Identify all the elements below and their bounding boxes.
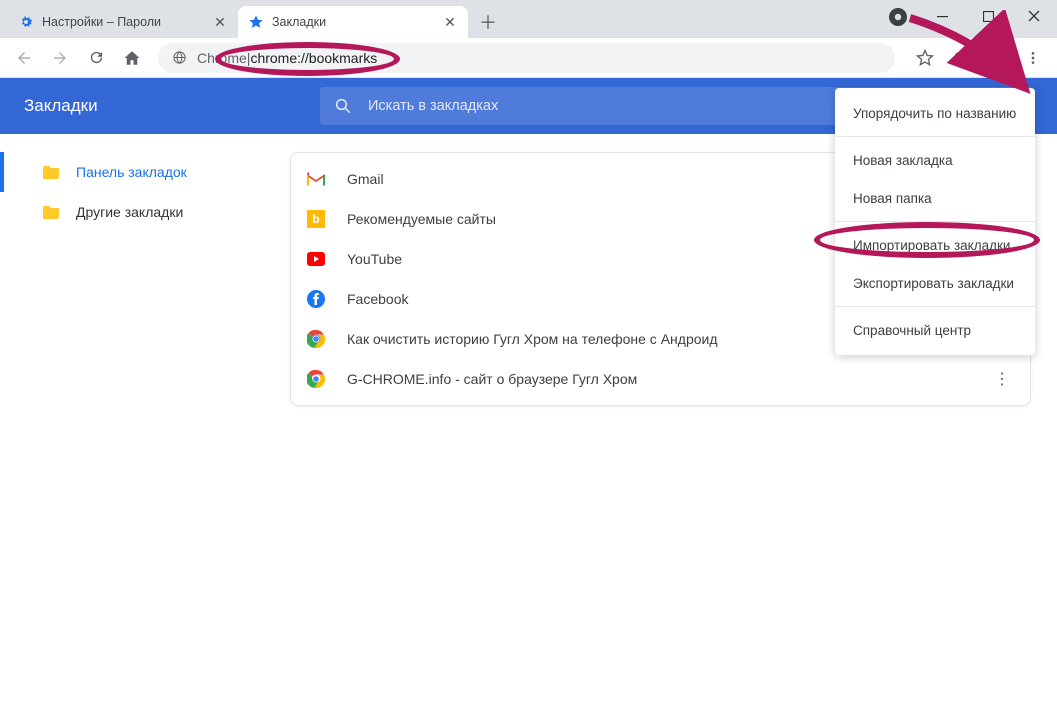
home-button[interactable] — [116, 42, 148, 74]
menu-item-new-bookmark[interactable]: Новая закладка — [835, 141, 1035, 179]
site-info-icon[interactable] — [172, 50, 187, 65]
minimize-button[interactable] — [919, 0, 965, 32]
more-icon[interactable]: ⋮ — [990, 369, 1014, 389]
menu-item-export-bookmarks[interactable]: Экспортировать закладки — [835, 264, 1035, 302]
close-icon[interactable]: ✕ — [442, 14, 458, 30]
sidebar-item-label: Другие закладки — [76, 204, 183, 220]
sidebar-item-label: Панель закладок — [76, 164, 187, 180]
extensions-button[interactable] — [947, 42, 979, 74]
bing-icon: b — [307, 210, 325, 228]
menu-item-label: Справочный центр — [853, 323, 971, 338]
bookmark-title: G-CHROME.info - сайт о браузере Гугл Хро… — [347, 371, 990, 387]
address-bar[interactable]: Chrome | chrome://bookmarks — [158, 43, 895, 73]
bookmarks-sidebar: Панель закладок Другие закладки — [0, 134, 290, 718]
bookmarks-context-menu: Упорядочить по названию Новая закладка Н… — [835, 88, 1035, 355]
browser-toolbar: Chrome | chrome://bookmarks V — [0, 38, 1057, 78]
browser-titlebar: Настройки – Пароли ✕ Закладки ✕ ＋ — [0, 0, 1057, 38]
close-window-button[interactable] — [1011, 0, 1057, 32]
chrome-icon — [307, 330, 325, 348]
window-controls — [919, 0, 1057, 32]
reload-button[interactable] — [80, 42, 112, 74]
bookmark-star-button[interactable] — [909, 42, 941, 74]
close-icon[interactable]: ✕ — [212, 14, 228, 30]
menu-item-label: Новая закладка — [853, 153, 953, 168]
menu-item-new-folder[interactable]: Новая папка — [835, 179, 1035, 217]
bookmark-item[interactable]: G-CHROME.info - сайт о браузере Гугл Хро… — [291, 359, 1030, 399]
star-icon — [248, 14, 264, 30]
new-tab-button[interactable]: ＋ — [474, 8, 502, 36]
avatar-letter: V — [994, 50, 1003, 65]
folder-icon — [42, 165, 60, 179]
tab-bookmarks[interactable]: Закладки ✕ — [238, 6, 468, 38]
menu-separator — [835, 221, 1035, 222]
menu-item-label: Упорядочить по названию — [853, 106, 1016, 121]
profile-avatar[interactable]: V — [985, 45, 1011, 71]
page-title: Закладки — [24, 96, 98, 116]
search-icon — [334, 97, 352, 115]
tab-title: Настройки – Пароли — [42, 15, 212, 29]
gmail-icon — [307, 170, 325, 188]
youtube-icon — [307, 250, 325, 268]
chrome-menu-button[interactable] — [1017, 42, 1049, 74]
facebook-icon — [307, 290, 325, 308]
url-prefix: Chrome — [197, 50, 247, 66]
folder-icon — [42, 205, 60, 219]
tab-title: Закладки — [272, 15, 442, 29]
menu-item-label: Экспортировать закладки — [853, 276, 1014, 291]
url-text: chrome://bookmarks — [250, 50, 377, 66]
back-button[interactable] — [8, 42, 40, 74]
chrome-icon — [307, 370, 325, 388]
menu-item-sort-by-name[interactable]: Упорядочить по названию — [835, 94, 1035, 132]
menu-item-label: Импортировать закладки — [853, 238, 1010, 253]
maximize-button[interactable] — [965, 0, 1011, 32]
gear-icon — [18, 14, 34, 30]
sidebar-item-other-bookmarks[interactable]: Другие закладки — [0, 192, 290, 232]
forward-button[interactable] — [44, 42, 76, 74]
sidebar-item-bookmarks-bar[interactable]: Панель закладок — [0, 152, 290, 192]
menu-separator — [835, 306, 1035, 307]
profile-indicator-icon[interactable] — [889, 8, 907, 26]
menu-item-help-center[interactable]: Справочный центр — [835, 311, 1035, 349]
menu-item-import-bookmarks[interactable]: Импортировать закладки — [835, 226, 1035, 264]
menu-item-label: Новая папка — [853, 191, 932, 206]
tab-settings-passwords[interactable]: Настройки – Пароли ✕ — [8, 6, 238, 38]
menu-separator — [835, 136, 1035, 137]
